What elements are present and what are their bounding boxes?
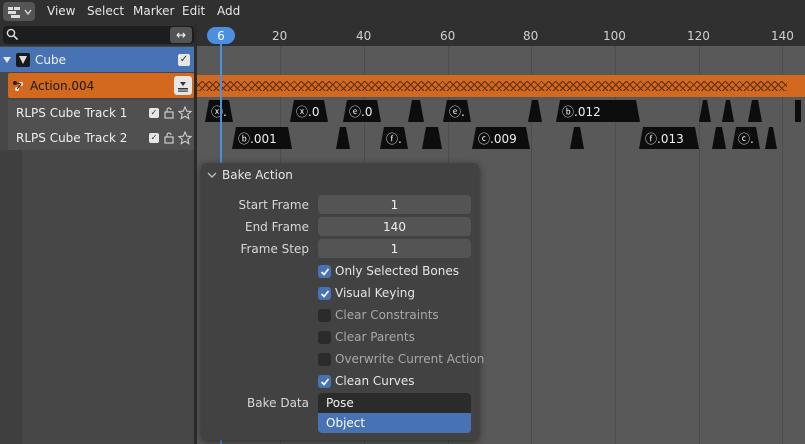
clear-constraints-checkbox[interactable] [318,309,331,322]
grid-line [782,46,783,444]
bake-data-option-object[interactable]: Object [318,413,471,433]
nla-strip[interactable]: ⓒ. [732,127,760,149]
object-icon [16,52,30,67]
search-icon [6,28,19,41]
menu-view[interactable]: View [47,4,75,18]
clear-constraints-label[interactable]: Clear Constraints [335,308,439,322]
menu-select[interactable]: Select [87,4,124,18]
ruler-tick: 60 [440,29,456,43]
channel-gutter [0,150,22,444]
clear-parents-checkbox[interactable] [318,331,331,344]
panel-title[interactable]: Bake Action [222,168,293,182]
track-2-mute-checkbox[interactable]: ✓ [149,132,159,143]
menu-add[interactable]: Add [217,4,240,18]
lock-icon[interactable] [163,106,175,119]
solo-star-icon[interactable] [178,130,192,145]
nla-strip[interactable]: ⓧ. [205,100,233,122]
frame-step-field[interactable]: 1 [318,239,471,258]
lock-icon[interactable] [163,131,175,144]
visual-keying-label[interactable]: Visual Keying [335,286,415,300]
grid-line [699,46,700,444]
ruler-tick: 120 [687,29,710,43]
overwrite-current-action-label[interactable]: Overwrite Current Action [335,352,484,366]
channel-row-track-2[interactable]: RLPS Cube Track 2 ✓ [8,125,194,150]
only-selected-bones-checkbox[interactable] [318,265,331,278]
clear-parents-label[interactable]: Clear Parents [335,330,415,344]
action-icon [13,80,23,91]
nla-strip[interactable]: ⓧ.0 [290,100,328,122]
nla-strip[interactable]: ⓑ.012 [556,100,640,122]
solo-star-icon[interactable] [178,105,192,120]
visual-keying-checkbox[interactable] [318,287,331,300]
swap-icon[interactable]: ↔ [170,27,192,43]
ruler-tick: 100 [603,29,626,43]
overwrite-current-action-checkbox[interactable] [318,353,331,366]
track-1-label: RLPS Cube Track 1 [16,105,128,120]
start-frame-field[interactable]: 1 [318,195,471,214]
nla-strip[interactable]: ⓔ. [443,100,471,122]
end-frame-label: End Frame [244,220,309,234]
expand-icon[interactable] [2,55,12,65]
nla-strip-edge[interactable] [795,100,801,122]
clean-curves-checkbox[interactable] [318,375,331,388]
channel-row-action[interactable]: Action.004 [8,73,194,98]
track-1-mute-checkbox[interactable]: ✓ [149,107,159,118]
nla-strip[interactable]: ⓑ.001 [232,127,292,149]
current-frame-indicator[interactable]: 6 [207,27,235,44]
ruler-tick: 20 [272,29,288,43]
ruler-tick: 140 [771,29,794,43]
action-label: Action.004 [30,78,95,93]
only-selected-bones-label[interactable]: Only Selected Bones [335,264,459,278]
nla-strip[interactable]: ⓔ.0 [343,100,381,122]
end-frame-field[interactable]: 140 [318,217,471,236]
chevron-down-icon [23,9,32,15]
ruler-tick: 80 [523,29,539,43]
keyframe-diamonds [197,81,787,91]
nla-strip[interactable]: ⓒ.009 [472,127,530,149]
nla-editor-icon [7,6,20,18]
frame-ruler[interactable] [197,24,805,46]
nla-strip[interactable]: ⓕ.013 [639,127,699,149]
nla-strip[interactable]: ⓕ. [380,127,408,149]
clean-curves-label[interactable]: Clean Curves [335,374,415,388]
object-label: Cube [35,52,66,67]
channel-row-track-1[interactable]: RLPS Cube Track 1 ✓ [8,100,194,125]
object-visibility-checkbox[interactable]: ✓ [178,53,190,66]
channel-row-cube[interactable]: Cube ✓ [0,47,194,72]
frame-step-label: Frame Step [240,242,309,256]
editor-type-button[interactable] [3,2,35,21]
bake-data-option-pose[interactable]: Pose [318,393,471,413]
track-2-label: RLPS Cube Track 2 [16,130,128,145]
bake-data-label: Bake Data [247,396,309,410]
menu-marker[interactable]: Marker [133,4,174,18]
push-down-icon[interactable] [174,76,192,95]
start-frame-label: Start Frame [238,198,309,212]
chevron-down-icon[interactable] [207,170,217,180]
menu-edit[interactable]: Edit [182,4,205,18]
search-input[interactable] [3,26,194,44]
ruler-tick: 40 [356,29,372,43]
